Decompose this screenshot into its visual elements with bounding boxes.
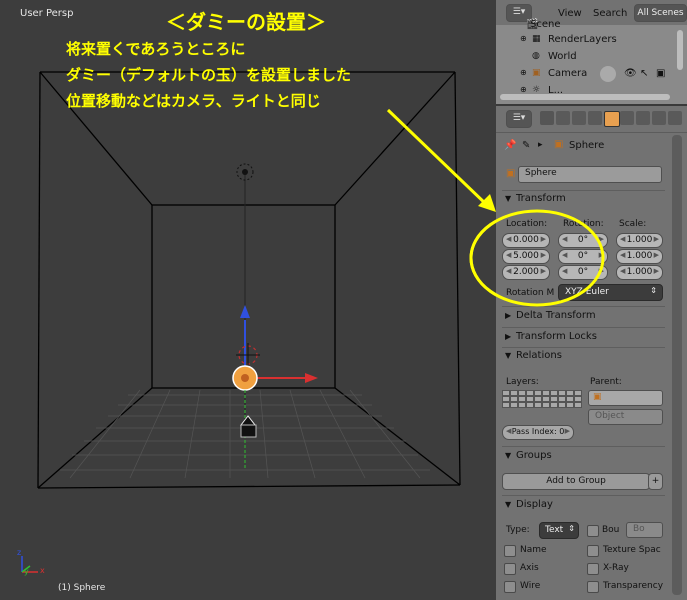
- add-to-group-button[interactable]: Add to Group: [502, 473, 650, 490]
- display-panel-header[interactable]: ▼ Display: [502, 497, 665, 515]
- expand-arrow-icon: ▼: [505, 451, 512, 460]
- select-arrow-icon[interactable]: ↖: [640, 68, 648, 79]
- texture-space-checkbox[interactable]: [587, 545, 599, 557]
- pin-icon[interactable]: 📌: [504, 140, 516, 151]
- expand-arrow-icon: ▼: [505, 351, 512, 360]
- outliner-item[interactable]: ◍ World: [496, 49, 676, 65]
- axis-checkbox[interactable]: [504, 563, 516, 575]
- transform-locks-panel-header[interactable]: ▶ Transform Locks: [502, 329, 665, 347]
- object-name-field[interactable]: Sphere: [518, 166, 662, 183]
- location-z-field[interactable]: ◀ 2.000 ▶: [502, 265, 550, 280]
- outliner-h-scrollbar[interactable]: [500, 94, 670, 100]
- annotation-line-2: ダミー（デフォルトの玉）を設置しました: [66, 66, 352, 84]
- parent-label: Parent:: [590, 377, 622, 387]
- rotation-x-field[interactable]: ◀ 0° ▶: [558, 233, 608, 248]
- wire-checkbox[interactable]: [504, 581, 516, 593]
- world-icon: ◍: [532, 51, 540, 61]
- world-tab-icon[interactable]: [588, 111, 602, 125]
- location-y-field[interactable]: ◀ 5.000 ▶: [502, 249, 550, 264]
- z-axis-label: z: [17, 548, 22, 557]
- scale-y-field[interactable]: ◀ 1.000 ▶: [616, 249, 663, 264]
- annotation-line-3: 位置移動などはカメラ、ライトと同じ: [66, 92, 321, 110]
- bounds-type-dropdown[interactable]: Bo: [626, 522, 663, 538]
- properties-editor: 📌 ✎ ▸ ▣ Sphere ▣ Sphere ▼ Transform Loca…: [496, 133, 687, 600]
- render-layers-icon: ▦: [532, 34, 541, 44]
- transparency-checkbox[interactable]: [587, 581, 599, 593]
- annotation-title: ＜ダミーの設置＞: [166, 10, 326, 34]
- groups-panel-header[interactable]: ▼ Groups: [502, 448, 665, 466]
- modifiers-tab-icon[interactable]: [636, 111, 650, 125]
- object-label: (1) Sphere: [58, 583, 106, 593]
- rotation-y-field[interactable]: ◀ 0° ▶: [558, 249, 608, 264]
- collapsed-arrow-icon: ▶: [505, 332, 512, 341]
- parent-field[interactable]: ▣: [588, 390, 663, 406]
- z-arrow: [240, 305, 250, 318]
- object-icon: ▣: [506, 168, 516, 179]
- outliner-v-scrollbar[interactable]: [677, 30, 683, 70]
- parent-object-icon: ▣: [593, 392, 602, 402]
- location-label: Location:: [506, 219, 548, 229]
- rotation-z-field[interactable]: ◀ 0° ▶: [558, 265, 608, 280]
- bounds-label: Bou: [602, 525, 620, 535]
- relations-panel-header[interactable]: ▼ Relations: [502, 348, 665, 366]
- render-layers-tab-icon[interactable]: [556, 111, 570, 125]
- y-axis-label: y: [24, 567, 29, 576]
- sphere-object: [232, 365, 258, 391]
- visibility-eye-icon[interactable]: 👁: [624, 68, 637, 79]
- render-camera-icon[interactable]: ▣: [656, 68, 665, 79]
- object-breadcrumb-icon: ▣: [554, 139, 564, 150]
- scale-z-field[interactable]: ◀ 1.000 ▶: [616, 265, 663, 280]
- camera-icon: ▣: [532, 68, 541, 78]
- expand-arrow-icon: ▼: [505, 500, 512, 509]
- dropdown-arrows-icon: ⇕: [650, 286, 657, 295]
- breadcrumb-object: Sphere: [569, 140, 605, 151]
- scale-x-field[interactable]: ◀ 1.000 ▶: [616, 233, 663, 248]
- display-type-label: Type:: [506, 525, 530, 535]
- camera-object: [239, 415, 257, 438]
- outliner-item[interactable]: 🎬 Scene: [496, 17, 676, 33]
- highlight-circle: [469, 219, 496, 297]
- x-axis-label: x: [40, 566, 45, 575]
- display-type-dropdown[interactable]: Text ⇕: [539, 522, 579, 539]
- properties-scrollbar[interactable]: [672, 135, 682, 595]
- location-x-field[interactable]: ◀ 0.000 ▶: [502, 233, 550, 248]
- data-tab-icon[interactable]: [652, 111, 666, 125]
- layers-grid[interactable]: [502, 390, 582, 414]
- outliner-item[interactable]: ⊕ ▣ Camera 👁 ↖ ▣: [496, 66, 676, 82]
- pass-index-field[interactable]: ◀ Pass Index: 0 ▶: [502, 425, 574, 440]
- view-label: User Persp: [20, 8, 74, 19]
- 3d-cursor: [236, 343, 260, 367]
- properties-editor-button[interactable]: ☰▾: [506, 110, 532, 128]
- delta-transform-panel-header[interactable]: ▶ Delta Transform: [502, 308, 665, 326]
- x-ray-checkbox[interactable]: [587, 563, 599, 575]
- bounds-checkbox[interactable]: [587, 525, 599, 537]
- layers-label: Layers:: [506, 377, 539, 387]
- add-group-plus-button[interactable]: +: [648, 473, 663, 490]
- material-tab-icon[interactable]: [668, 111, 682, 125]
- outliner: ☰▾ View Search All Scenes 🎬 Scene ⊕ ▦ Re…: [496, 0, 687, 106]
- rotation-mode-dropdown[interactable]: XYZ Euler ⇕: [558, 284, 663, 301]
- dropdown-arrows-icon: ⇕: [568, 524, 575, 533]
- annotation-arrow: [386, 108, 490, 208]
- parent-type-dropdown[interactable]: Object: [588, 409, 663, 425]
- properties-tabs: ☰▾: [496, 106, 687, 133]
- expand-arrow-icon: ▼: [505, 194, 512, 203]
- x-arrow: [305, 373, 318, 383]
- camera-data-icon[interactable]: [600, 66, 616, 82]
- scene-breadcrumb-icon: ✎: [522, 140, 531, 151]
- rotation-label: Rotation:: [563, 219, 604, 229]
- constraints-tab-icon[interactable]: [620, 111, 634, 125]
- right-panel: ☰▾ View Search All Scenes 🎬 Scene ⊕ ▦ Re…: [496, 0, 687, 600]
- transform-panel-header[interactable]: ▼ Transform: [502, 191, 665, 209]
- object-tab-icon[interactable]: [604, 111, 620, 127]
- annotation-line-1: 将来置くであろうところに: [66, 40, 246, 58]
- name-checkbox[interactable]: [504, 545, 516, 557]
- scene-tab-icon[interactable]: [572, 111, 586, 125]
- collapsed-arrow-icon: ▶: [505, 311, 512, 320]
- scale-label: Scale:: [619, 219, 647, 229]
- outliner-item[interactable]: ⊕ ▦ RenderLayers: [496, 32, 676, 48]
- rotation-mode-label: Rotation M: [506, 288, 555, 298]
- render-tab-icon[interactable]: [540, 111, 554, 125]
